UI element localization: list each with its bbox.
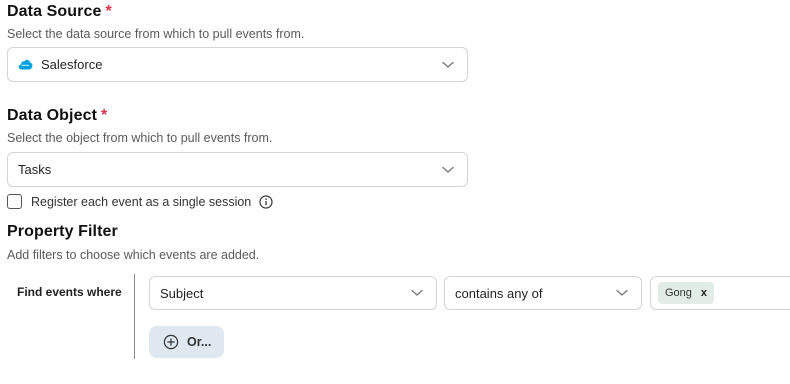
data-source-select[interactable]: Salesforce (7, 47, 468, 82)
required-marker: * (101, 107, 108, 124)
value-chip: Gong x (658, 282, 715, 304)
single-session-checkbox[interactable] (7, 194, 22, 209)
data-source-title: Data Source (7, 3, 102, 20)
property-select[interactable]: Subject (149, 276, 437, 310)
property-value: Subject (160, 285, 204, 301)
data-object-heading: Data Object * (7, 107, 107, 125)
chevron-down-icon (441, 163, 455, 177)
data-source-description: Select the data source from which to pul… (7, 27, 305, 41)
chevron-down-icon (441, 58, 455, 72)
plus-circle-icon (163, 334, 179, 350)
info-icon[interactable] (259, 194, 273, 209)
property-filter-description: Add filters to choose which events are a… (7, 248, 260, 262)
chip-label: Gong (665, 287, 692, 299)
remove-chip-button[interactable]: x (701, 287, 707, 299)
data-object-select[interactable]: Tasks (7, 152, 468, 187)
data-object-description: Select the object from which to pull eve… (7, 131, 273, 145)
operator-select[interactable]: contains any of (444, 276, 642, 310)
single-session-label[interactable]: Register each event as a single session (31, 195, 251, 209)
property-filter-title: Property Filter (7, 223, 118, 240)
operator-value: contains any of (455, 285, 543, 301)
data-source-value: Salesforce (41, 57, 103, 72)
chevron-down-icon (615, 286, 629, 300)
filter-values-input[interactable]: Gong x (650, 276, 790, 310)
filter-divider (134, 274, 135, 359)
chevron-down-icon (410, 286, 424, 300)
salesforce-icon (18, 57, 33, 72)
or-button-label: Or... (187, 335, 212, 349)
find-events-label: Find events where (17, 285, 122, 299)
single-session-row: Register each event as a single session (7, 194, 273, 209)
data-object-value: Tasks (18, 162, 52, 177)
add-or-button[interactable]: Or... (149, 326, 224, 358)
data-object-title: Data Object (7, 107, 98, 124)
required-marker: * (105, 3, 112, 20)
data-source-heading: Data Source * (7, 3, 112, 21)
